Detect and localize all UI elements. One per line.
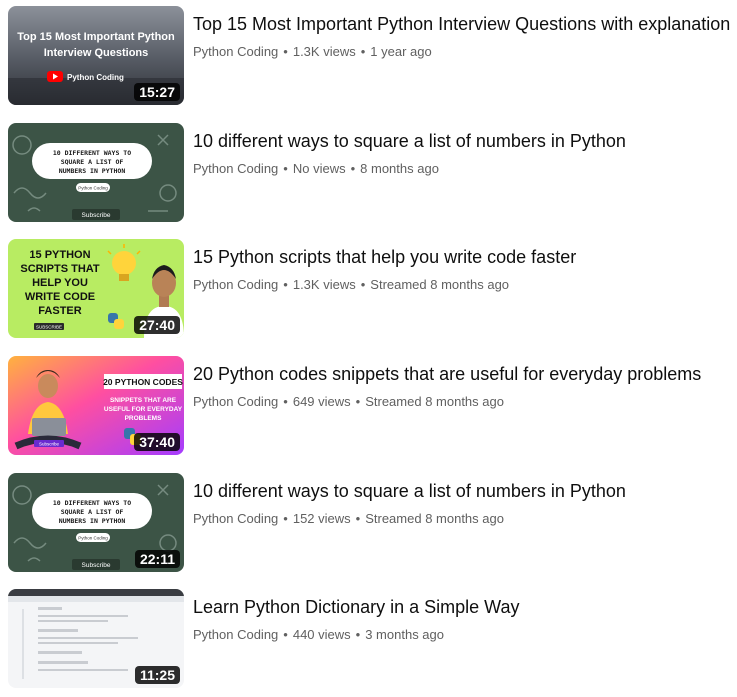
view-count: 649 views [292, 394, 351, 409]
view-count: No views [292, 161, 346, 176]
thumb-text-line: 15 PYTHON [29, 249, 90, 261]
video-title[interactable]: Top 15 Most Important Python Interview Q… [193, 12, 733, 36]
video-title[interactable]: 15 Python scripts that help you write co… [193, 245, 733, 269]
thumb-text-line: WRITE CODE [25, 291, 95, 303]
video-subline: Python Coding • 152 views • Streamed 8 month… [193, 510, 733, 528]
video-meta: 15 Python scripts that help you write co… [193, 239, 733, 294]
channel-name[interactable]: Python Coding [193, 394, 278, 409]
thumb-text-line: Interview Questions [44, 47, 149, 59]
channel-name[interactable]: Python Coding [193, 627, 278, 642]
video-thumbnail[interactable]: 10 DIFFERENT WAYS TO SQUARE A LIST OF NU… [8, 473, 184, 572]
dot-separator: • [283, 161, 288, 176]
dot-separator: • [360, 277, 366, 292]
video-duration: 27:40 [134, 316, 180, 334]
thumb-subscribe: SUBSCRIBE [36, 325, 62, 330]
thumb-brand: Python Coding [67, 73, 124, 82]
view-count: 1.3K views [292, 44, 356, 59]
video-thumbnail[interactable]: Top 15 Most Important Python Interview Q… [8, 6, 184, 105]
thumb-subscribe: Subscribe [82, 212, 111, 219]
channel-name[interactable]: Python Coding [193, 161, 278, 176]
thumb-text-line: 10 DIFFERENT WAYS TO [53, 499, 131, 507]
thumb-brand: Python Coding [78, 536, 108, 541]
video-duration: 15:27 [134, 83, 180, 101]
upload-age: Streamed 8 months ago [365, 511, 504, 526]
thumb-text-line: SQUARE A LIST OF [61, 508, 124, 516]
thumb-text-line: NUMBERS IN PYTHON [59, 167, 126, 175]
upload-age: Streamed 8 months ago [365, 394, 504, 409]
video-duration: 37:40 [134, 433, 180, 451]
video-item[interactable]: 20 PYTHON CODES SNIPPETS THAT ARE USEFUL… [0, 356, 737, 456]
video-title[interactable]: Learn Python Dictionary in a Simple Way [193, 595, 733, 619]
video-thumbnail[interactable]: 15 PYTHON SCRIPTS THAT HELP YOU WRITE CO… [8, 239, 184, 338]
video-meta: Top 15 Most Important Python Interview Q… [193, 6, 733, 61]
youtube-logo-icon [47, 71, 63, 82]
dot-separator: • [283, 627, 288, 642]
video-duration: 11:25 [134, 666, 180, 684]
dot-separator: • [350, 161, 356, 176]
channel-name[interactable]: Python Coding [193, 44, 278, 59]
view-count: 1.3K views [292, 277, 356, 292]
upload-age: 3 months ago [365, 627, 444, 642]
video-item[interactable]: 15 PYTHON SCRIPTS THAT HELP YOU WRITE CO… [0, 239, 737, 339]
thumb-subscribe: Subscribe [39, 442, 60, 447]
upload-age: 8 months ago [360, 161, 439, 176]
thumb-text-line: SQUARE A LIST OF [61, 158, 124, 166]
channel-name[interactable]: Python Coding [193, 277, 278, 292]
dot-separator: • [355, 511, 361, 526]
thumb-text-line: PROBLEMS [125, 415, 163, 422]
thumb-text-line: SNIPPETS THAT ARE [110, 397, 177, 404]
upload-age: 1 year ago [370, 44, 432, 59]
video-title[interactable]: 20 Python codes snippets that are useful… [193, 362, 733, 386]
video-item[interactable]: 10 DIFFERENT WAYS TO SQUARE A LIST OF NU… [0, 473, 737, 573]
thumb-brand: Python Coding [78, 186, 108, 191]
video-thumbnail[interactable]: 11:25 [8, 589, 184, 688]
video-title[interactable]: 10 different ways to square a list of nu… [193, 479, 733, 503]
video-meta: Learn Python Dictionary in a Simple Way … [193, 589, 733, 644]
dot-separator: • [355, 394, 361, 409]
thumb-text-line: Top 15 Most Important Python [17, 31, 175, 43]
thumb-text-line: HELP YOU [32, 277, 88, 289]
video-thumbnail[interactable]: 20 PYTHON CODES SNIPPETS THAT ARE USEFUL… [8, 356, 184, 455]
video-item[interactable]: 11:25 Learn Python Dictionary in a Simpl… [0, 589, 737, 689]
thumb-text-line: 10 DIFFERENT WAYS TO [53, 149, 131, 157]
video-thumbnail[interactable]: 10 DIFFERENT WAYS TO SQUARE A LIST OF NU… [8, 123, 184, 222]
video-subline: Python Coding • 440 views • 3 months ago [193, 626, 733, 644]
video-item[interactable]: Top 15 Most Important Python Interview Q… [0, 6, 737, 106]
channel-name[interactable]: Python Coding [193, 511, 278, 526]
dot-separator: • [283, 277, 288, 292]
thumb-text-line: FASTER [38, 305, 81, 317]
video-subline: Python Coding • 649 views • Streamed 8 month… [193, 393, 733, 411]
video-title[interactable]: 10 different ways to square a list of nu… [193, 129, 733, 153]
view-count: 440 views [292, 627, 351, 642]
video-duration: 22:11 [134, 550, 180, 568]
thumb-text-line: NUMBERS IN PYTHON [59, 517, 126, 525]
dot-separator: • [283, 44, 288, 59]
thumb-text-line: SCRIPTS THAT [20, 263, 100, 275]
dot-separator: • [283, 511, 288, 526]
dot-separator: • [283, 394, 288, 409]
view-count: 152 views [292, 511, 351, 526]
dot-separator: • [355, 627, 361, 642]
dot-separator: • [360, 44, 366, 59]
video-meta: 10 different ways to square a list of nu… [193, 123, 733, 178]
thumbnail-image: 10 DIFFERENT WAYS TO SQUARE A LIST OF NU… [8, 123, 184, 222]
thumb-text-line: USEFUL FOR EVERYDAY [104, 406, 183, 413]
upload-age: Streamed 8 months ago [370, 277, 510, 292]
video-subline: Python Coding • 1.3K views • Streamed 8 mont… [193, 276, 733, 294]
video-meta: 20 Python codes snippets that are useful… [193, 356, 733, 411]
video-item[interactable]: 10 DIFFERENT WAYS TO SQUARE A LIST OF NU… [0, 123, 737, 223]
video-subline: Python Coding • No views • 8 months ago [193, 160, 733, 178]
thumb-text-line: 20 PYTHON CODES [103, 377, 183, 387]
video-subline: Python Coding • 1.3K views • 1 year ago [193, 43, 733, 61]
thumb-subscribe: Subscribe [82, 562, 111, 569]
video-meta: 10 different ways to square a list of nu… [193, 473, 733, 528]
